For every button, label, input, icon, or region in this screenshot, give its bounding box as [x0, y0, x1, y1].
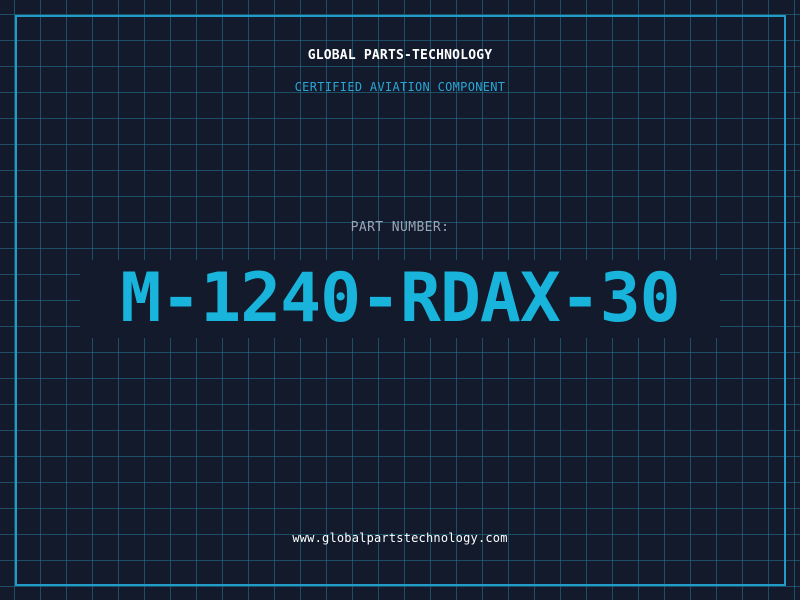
company-name: GLOBAL PARTS-TECHNOLOGY: [307, 48, 493, 63]
part-number-value: M-1240-RDAX-30: [120, 259, 680, 338]
website-link[interactable]: www.globalpartstechnology.com: [0, 531, 800, 545]
part-number-label: PART NUMBER:: [350, 220, 450, 235]
certification-tagline: CERTIFIED AVIATION COMPONENT: [294, 80, 506, 94]
part-card: GLOBAL PARTS-TECHNOLOGY CERTIFIED AVIATI…: [0, 0, 800, 600]
